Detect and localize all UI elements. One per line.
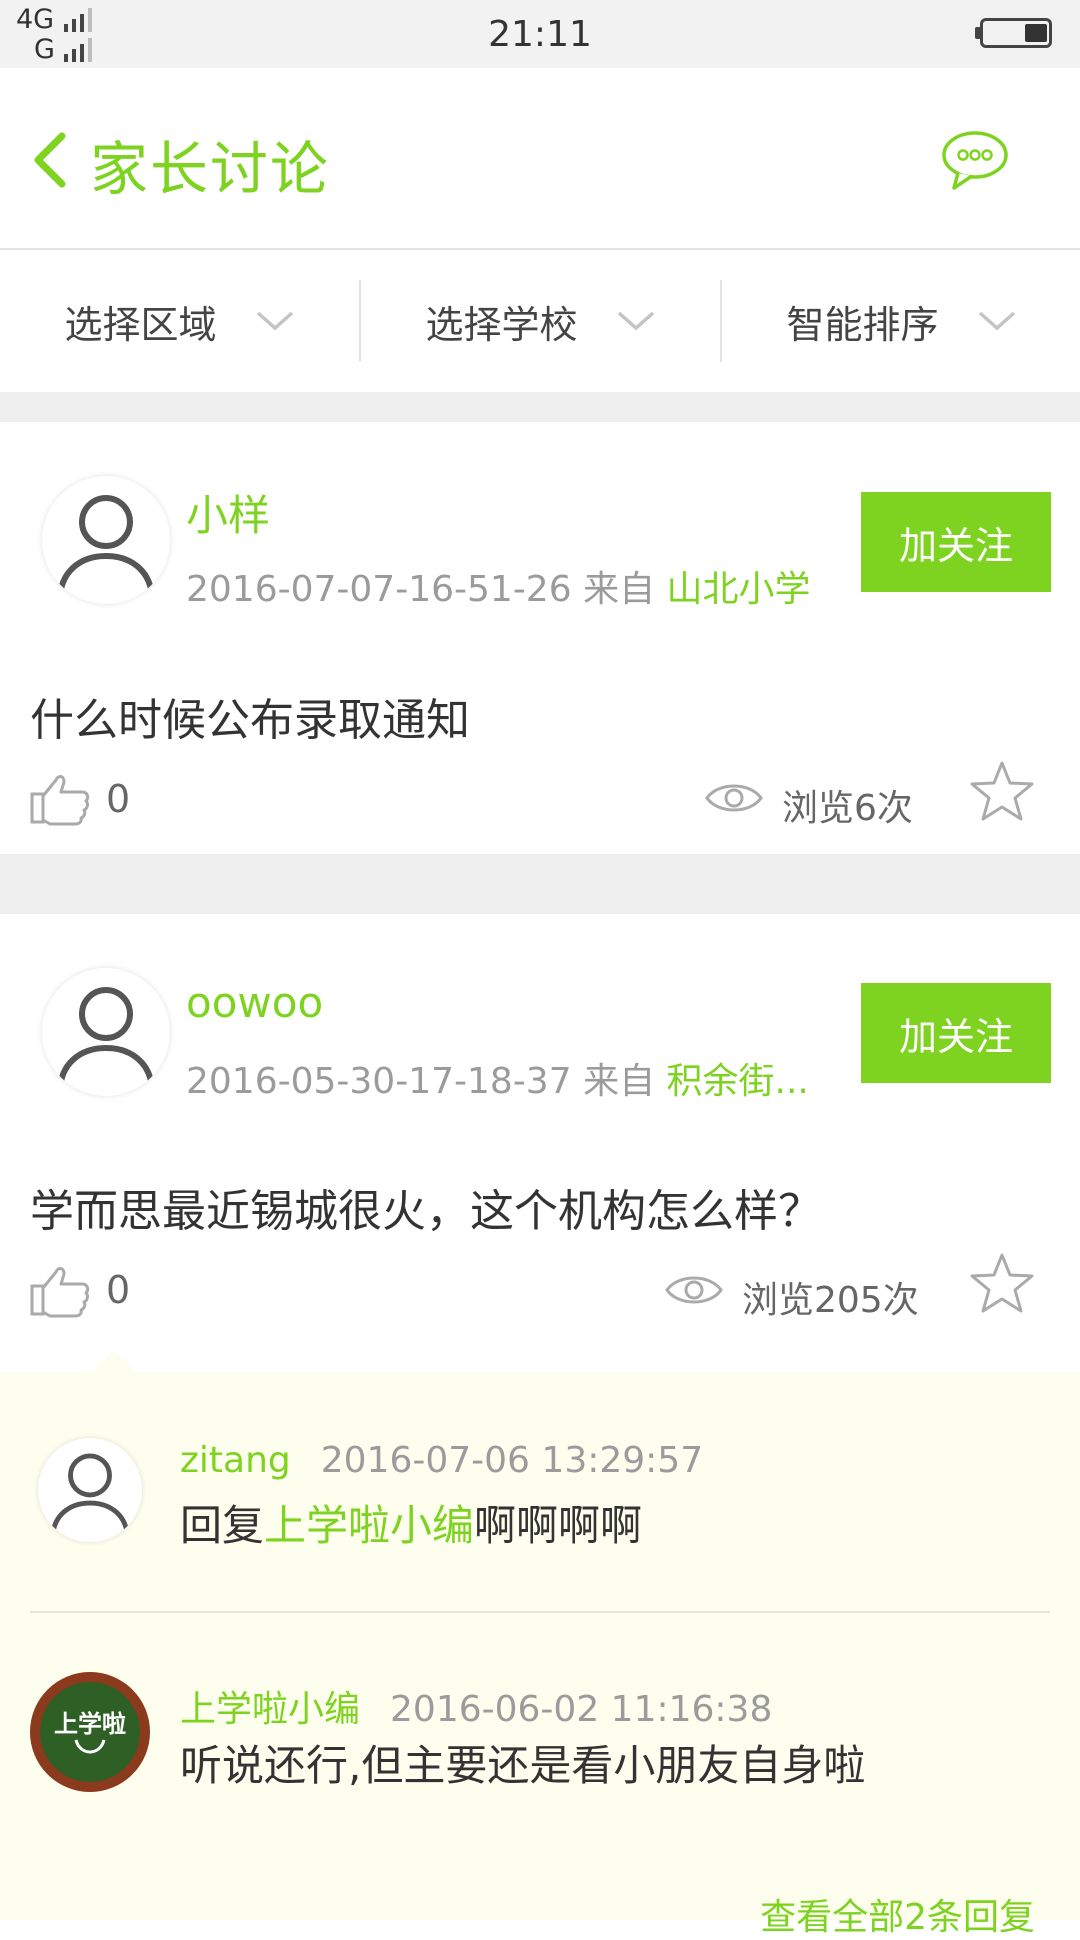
reply-time: 2016-06-02 11:16:38 — [390, 1689, 773, 1730]
like-count: 0 — [106, 777, 131, 821]
battery-level — [1025, 24, 1047, 42]
chat-bubble-icon — [942, 131, 1008, 190]
reply-header: 上学啦小编 2016-06-02 11:16:38 — [180, 1680, 772, 1732]
eye-icon — [705, 784, 763, 812]
filter-sort[interactable]: 智能排序 — [722, 250, 1080, 392]
page-title: 家长讨论 — [90, 135, 331, 203]
post-from-label: 来自 — [583, 1061, 656, 1102]
post-content[interactable]: 学而思最近锡城很火，这个机构怎么样？ — [30, 1175, 822, 1239]
reply-time: 2016-07-06 13:29:57 — [320, 1440, 704, 1481]
eye-icon — [665, 1276, 723, 1304]
post-author[interactable]: 小样 — [186, 482, 270, 543]
avatar: 上学啦 — [30, 1672, 150, 1792]
avatar — [42, 476, 170, 604]
like-button[interactable] — [30, 770, 92, 830]
star-icon — [970, 761, 1034, 821]
filter-region[interactable]: 选择区域 — [0, 250, 359, 392]
section-gap — [0, 854, 1080, 914]
view-count: 浏览205次 — [742, 1280, 919, 1321]
star-icon — [970, 1253, 1034, 1313]
back-button[interactable] — [30, 132, 70, 188]
reply-divider — [30, 1611, 1050, 1613]
chevron-down-icon — [256, 311, 293, 331]
user-avatar-icon — [57, 495, 155, 601]
chevron-left-icon — [34, 132, 66, 188]
post-time: 2016-05-30-17-18-37 — [186, 1061, 572, 1102]
reply-content[interactable]: 听说还行,但主要还是看小朋友自身啦 — [180, 1732, 865, 1793]
post-meta: 2016-07-07-16-51-26 来自 山北小学 — [186, 560, 811, 612]
like-count: 0 — [106, 1268, 131, 1312]
replies-pointer — [92, 1350, 136, 1372]
reply-prefix: 回复 — [180, 1501, 265, 1550]
avatar — [42, 968, 170, 1096]
filter-school-label: 选择学校 — [425, 302, 578, 347]
reply-author[interactable]: 上学啦小编 — [180, 1689, 360, 1730]
post-time: 2016-07-07-16-51-26 — [186, 569, 572, 610]
filter-school[interactable]: 选择学校 — [361, 250, 720, 392]
views-icon-wrap — [664, 1270, 724, 1314]
filter-sort-label: 智能排序 — [786, 302, 939, 347]
like-button[interactable] — [30, 1262, 92, 1322]
favorite-button[interactable] — [968, 1252, 1036, 1318]
reply-content[interactable]: 回复上学啦小编啊啊啊啊 — [180, 1492, 642, 1553]
follow-button[interactable]: 加关注 — [861, 492, 1051, 592]
post-school[interactable]: 山北小学 — [667, 569, 811, 610]
chat-button[interactable] — [940, 128, 1010, 190]
reply-text: 啊啊啊啊 — [474, 1501, 643, 1550]
filter-region-label: 选择区域 — [64, 302, 217, 347]
reply-mention[interactable]: 上学啦小编 — [264, 1501, 474, 1550]
post-content[interactable]: 什么时候公布录取通知 — [30, 684, 470, 748]
thumbs-up-icon — [30, 1267, 90, 1318]
view-all-replies-link[interactable]: 查看全部2条回复 — [760, 1888, 1035, 1940]
chevron-down-icon — [978, 311, 1015, 331]
thumbs-up-icon — [30, 775, 90, 826]
avatar — [38, 1438, 142, 1542]
follow-button[interactable]: 加关注 — [861, 983, 1051, 1083]
user-avatar-icon — [57, 987, 155, 1093]
post-meta: 2016-05-30-17-18-37 来自 积余街... — [186, 1052, 809, 1104]
avatar-logo-text: 上学啦 — [54, 1710, 126, 1738]
user-avatar-icon — [50, 1453, 130, 1539]
views-icon-wrap — [704, 778, 764, 822]
chevron-down-icon — [617, 311, 654, 331]
post-from-label: 来自 — [583, 569, 656, 610]
post-author[interactable]: oowoo — [186, 978, 323, 1027]
favorite-button[interactable] — [968, 760, 1036, 826]
section-gap — [0, 392, 1080, 422]
smile-icon — [74, 1739, 106, 1754]
reply-author[interactable]: zitang — [180, 1440, 291, 1481]
view-count: 浏览6次 — [782, 788, 913, 829]
reply-header: zitang 2016-07-06 13:29:57 — [180, 1440, 703, 1481]
status-time: 21:11 — [488, 14, 592, 55]
post-card[interactable] — [0, 422, 1080, 854]
status-bar: 4G G 21:11 — [0, 0, 1080, 68]
post-school[interactable]: 积余街... — [667, 1061, 809, 1102]
